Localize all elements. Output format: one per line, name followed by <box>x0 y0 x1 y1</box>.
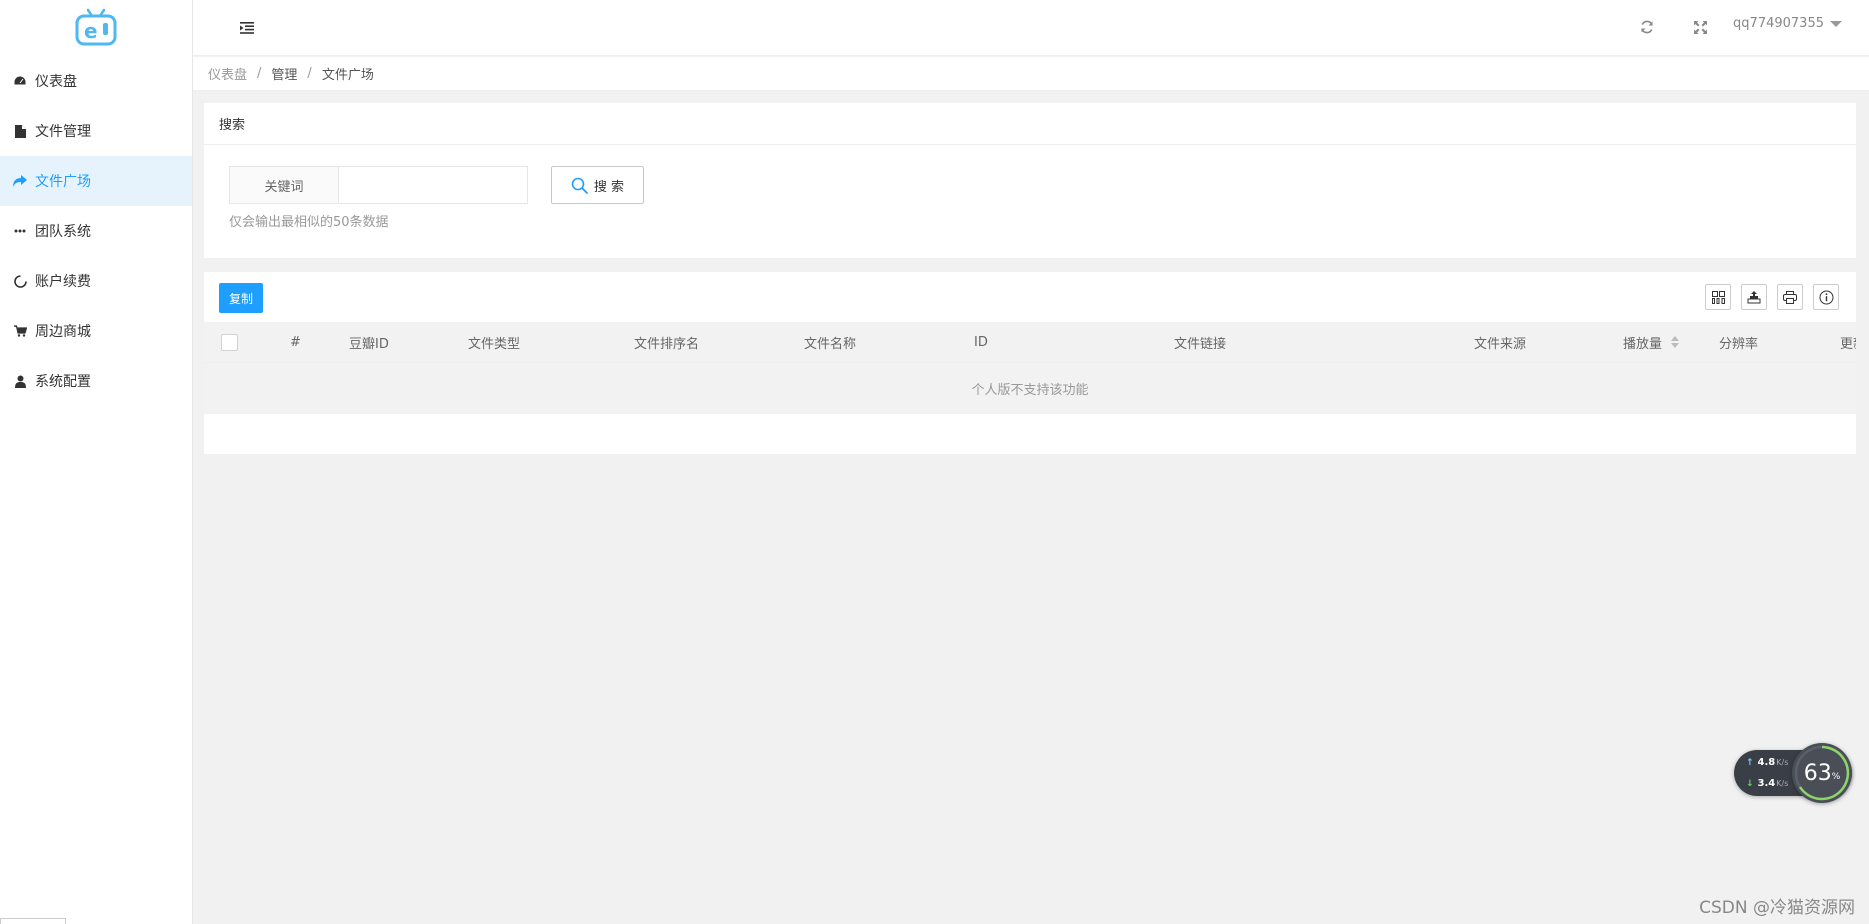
sidebar-item-label: 仪表盘 <box>35 74 77 90</box>
memory-usage-gauge[interactable]: 63 % <box>1792 743 1852 803</box>
keyword-input[interactable] <box>339 166 528 204</box>
sidebar-item-file-management[interactable]: 文件管理 <box>0 106 192 156</box>
sidebar: e 仪表盘 文件管理 文件广场 团队系统 账户续费 周边商城 系统配置 <box>0 0 193 924</box>
col-index: # <box>290 334 301 350</box>
search-panel: 搜索 关键词 搜 索 仅会输出最相似的50条数据 <box>204 103 1856 258</box>
sidebar-item-file-square[interactable]: 文件广场 <box>0 156 192 206</box>
download-speed-value: 3.4 <box>1757 778 1776 789</box>
keyword-label: 关键词 <box>229 166 339 204</box>
print-icon <box>1783 290 1797 304</box>
col-resolution: 分辨率 <box>1719 336 1759 352</box>
top-header: qq774907355 <box>193 0 1869 56</box>
col-id: ID <box>974 334 988 350</box>
user-menu[interactable]: qq774907355 <box>1733 16 1842 31</box>
select-all-checkbox[interactable] <box>221 333 238 351</box>
upload-speed: ↑ 4.8 K/s <box>1746 757 1788 768</box>
upload-speed-unit: K/s <box>1776 758 1789 767</box>
sidebar-item-dashboard[interactable]: 仪表盘 <box>0 56 192 106</box>
sidebar-item-label: 文件管理 <box>35 124 91 140</box>
col-douban-id: 豆瓣ID <box>349 336 389 352</box>
sidebar-item-label: 系统配置 <box>35 374 91 390</box>
sidebar-item-shop[interactable]: 周边商城 <box>0 306 192 356</box>
download-arrow-icon: ↓ <box>1746 778 1754 789</box>
sidebar-scrollbar[interactable] <box>0 918 66 924</box>
search-icon <box>571 177 588 194</box>
sidebar-item-label: 团队系统 <box>35 224 91 240</box>
breadcrumb-separator: / <box>257 66 262 81</box>
logo[interactable]: e <box>0 0 192 56</box>
breadcrumb-item-manage[interactable]: 管理 <box>271 64 297 83</box>
gauge-percent-sign: % <box>1831 772 1841 782</box>
download-speed: ↓ 3.4 K/s <box>1746 778 1788 789</box>
refresh-circle-icon <box>13 274 27 288</box>
username: qq774907355 <box>1733 16 1824 31</box>
more-icon <box>13 224 27 238</box>
cart-icon <box>13 324 27 338</box>
columns-icon <box>1711 290 1725 304</box>
dashboard-icon <box>13 74 27 88</box>
search-panel-title: 搜索 <box>204 103 1856 145</box>
columns-filter-button[interactable] <box>1705 284 1731 310</box>
sidebar-item-system-config[interactable]: 系统配置 <box>0 356 192 406</box>
col-file-name: 文件名称 <box>804 336 857 352</box>
select-all-cell <box>221 322 238 362</box>
watermark: CSDN @冷猫资源网 <box>1699 898 1855 918</box>
file-table-panel: 复制 # 豆瓣ID 文件类型 文件排序名 文件名称 ID 文件链接 文件来源 播… <box>204 272 1856 454</box>
fullscreen-icon <box>1693 20 1707 34</box>
breadcrumb-item-current: 文件广场 <box>321 68 374 83</box>
upload-speed-value: 4.8 <box>1757 757 1776 768</box>
print-button[interactable] <box>1777 284 1803 310</box>
breadcrumb-separator: / <box>307 66 312 81</box>
tv-logo-icon: e <box>75 8 117 46</box>
user-icon <box>13 374 27 388</box>
sidebar-item-account-renewal[interactable]: 账户续费 <box>0 256 192 306</box>
col-file-sort-name: 文件排序名 <box>634 336 700 352</box>
col-file-link: 文件链接 <box>1174 336 1227 352</box>
col-play-count-label: 播放量 <box>1623 336 1663 352</box>
breadcrumb-item-dashboard[interactable]: 仪表盘 <box>208 64 247 83</box>
sidebar-item-team-system[interactable]: 团队系统 <box>0 206 192 256</box>
search-button-label: 搜 索 <box>593 179 625 195</box>
sidebar-item-label: 周边商城 <box>35 324 91 340</box>
breadcrumb: 仪表盘 / 管理 / 文件广场 <box>193 57 1869 91</box>
svg-text:e: e <box>84 19 98 43</box>
refresh-button[interactable] <box>1636 16 1658 38</box>
table-empty-message: 个人版不支持该功能 <box>204 362 1856 414</box>
col-file-source: 文件来源 <box>1474 336 1527 352</box>
upload-arrow-icon: ↑ <box>1746 757 1754 768</box>
export-icon <box>1747 290 1761 303</box>
sort-icon[interactable] <box>1671 336 1680 348</box>
indent-icon <box>240 22 254 34</box>
keyword-group: 关键词 <box>229 166 528 204</box>
refresh-icon <box>1641 20 1653 34</box>
info-button[interactable] <box>1813 284 1839 310</box>
search-button[interactable]: 搜 索 <box>551 166 644 204</box>
menu-toggle-button[interactable] <box>237 18 257 38</box>
gauge-value: 63 <box>1803 760 1832 786</box>
copy-button[interactable]: 复制 <box>219 283 263 313</box>
col-play-count[interactable]: 播放量 <box>1623 322 1680 362</box>
caret-down-icon <box>1830 20 1842 27</box>
col-file-type: 文件类型 <box>468 336 521 352</box>
col-update: 更新 <box>1840 336 1856 352</box>
sidebar-item-label: 文件广场 <box>35 174 91 190</box>
table-header: # 豆瓣ID 文件类型 文件排序名 文件名称 ID 文件链接 文件来源 播放量 … <box>204 322 1856 362</box>
export-button[interactable] <box>1741 284 1767 310</box>
search-hint: 仅会输出最相似的50条数据 <box>229 215 389 230</box>
fullscreen-button[interactable] <box>1689 16 1711 38</box>
info-icon <box>1819 290 1833 304</box>
file-icon <box>13 124 27 138</box>
download-speed-unit: K/s <box>1776 779 1789 788</box>
share-icon <box>13 174 27 188</box>
sidebar-item-label: 账户续费 <box>35 274 91 290</box>
